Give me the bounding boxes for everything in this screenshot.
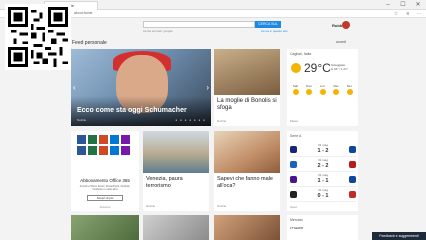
team-crest-icon [348,190,356,198]
story-title[interactable]: Venezia, paura terrorismo [143,173,209,193]
hero-story-card[interactable]: ‹ › Ecco come sta oggi Schumacher Notizi… [71,49,211,126]
match-row[interactable]: 31 mag 1 - 1 [290,172,356,187]
weather-footer: Meteo [290,119,299,123]
office-footer: Annuncio [99,206,111,209]
avatar[interactable] [342,21,350,29]
team-crest-icon [348,145,356,153]
search-site-link[interactable]: Cerca in questo sito [261,29,288,33]
qr-code [5,4,71,70]
sun-icon [319,89,326,95]
market-title: Mercato [290,218,303,222]
story-image [214,49,280,95]
office-cta-button[interactable]: Scopri di più [87,195,123,201]
office-ad-card[interactable]: Abbonamento Office 365 Accedi a Word, Ex… [71,131,139,211]
sun-icon [292,89,299,95]
search-provider-label: Cerca sul web: google [143,29,173,33]
close-button[interactable]: ✕ [413,0,423,10]
feed-title: Feed personale [72,40,107,46]
story-source: Notizie [146,204,156,208]
match-info: 31 mag 2 - 2 [317,158,329,169]
more-icon[interactable]: ⋯ [415,10,423,18]
forecast-day: Mer [344,84,355,96]
story-card[interactable] [214,215,280,240]
powerpoint-icon [99,146,108,155]
forecast-day: Lun [317,84,328,96]
story-image [143,131,209,173]
team-crest-icon [290,145,297,153]
onenote-icon [121,135,130,144]
forecast-day: Mar [331,84,342,96]
story-card[interactable]: La moglie di Bonolis si sfoga Notizie [214,49,280,126]
feedback-button[interactable]: Feedback e suggerimenti [372,232,426,240]
sun-icon [291,63,301,73]
weather-condition: Soleggiato H 32° / L 21° [331,63,348,71]
feed-settings-link[interactable]: accedi [336,40,346,44]
serie-a-card[interactable]: Serie A 31 mag 1 - 2 31 mag 2 - 2 31 mag 1 … [287,131,358,211]
weather-details: H 32° / L 21° [331,67,348,71]
team-crest-icon [290,190,297,198]
match-row[interactable]: 31 mag 0 - 1 [290,187,356,202]
qr-code-graphic [8,7,68,67]
excel-icon [88,135,97,144]
forecast-day: Dom [304,84,315,96]
chevron-left-icon[interactable]: ‹ [73,83,76,92]
team-crest-icon [348,160,356,168]
address-text: about:home [74,11,93,15]
story-image [214,131,280,173]
weather-card[interactable]: Cagliari, Italia 29°C Soleggiato H 32° /… [287,49,358,126]
office-app-tiles [77,135,133,155]
serie-a-footer: Sport [290,205,298,209]
search-button[interactable]: CERCA SUL WEB [255,21,281,33]
maximize-button[interactable]: ☐ [398,0,408,10]
market-card[interactable]: Mercato FTSEMIB [287,215,358,240]
story-title[interactable]: Sapevi che fanno male all'oca? [214,173,280,193]
match-row[interactable]: 31 mag 1 - 2 [290,142,356,157]
chevron-right-icon[interactable]: › [206,83,209,92]
outlook-icon [110,135,119,144]
onenote-icon [121,146,130,155]
forecast-day: Sab [290,84,301,96]
office-title: Abbonamento Office 365 [80,178,130,183]
match-list: 31 mag 1 - 2 31 mag 2 - 2 31 mag 1 - 1 31 m… [290,142,356,202]
sun-icon [346,89,353,95]
story-title[interactable]: La moglie di Bonolis si sfoga [214,95,280,115]
match-row[interactable]: 31 mag 2 - 2 [290,157,356,172]
excel-icon [88,146,97,155]
weather-city: Cagliari, Italia [290,52,312,56]
market-index: FTSEMIB [290,226,304,230]
team-crest-icon [290,160,297,168]
weather-temp: 29°C [304,61,331,75]
story-card[interactable]: Venezia, paura terrorismo Notizie [143,131,209,211]
story-card[interactable] [71,215,139,240]
match-info: 31 mag 0 - 1 [317,188,329,199]
hero-source: Notizie [77,118,87,122]
hub-icon[interactable]: ≡ [404,10,412,18]
team-crest-icon [290,175,297,183]
story-source: Notizie [217,204,227,208]
minimize-button[interactable]: – [383,0,393,10]
word-icon [77,135,86,144]
hero-headline[interactable]: Ecco come sta oggi Schumacher [77,107,187,114]
word-icon [77,146,86,155]
story-card[interactable] [143,215,209,240]
powerpoint-icon [99,135,108,144]
team-crest-icon [348,175,356,183]
weather-forecast: Sab Dom Lun Mar Mer [290,84,355,96]
search-input[interactable] [143,21,255,28]
match-info: 31 mag 1 - 1 [317,173,329,184]
story-card[interactable]: Sapevi che fanno male all'oca? Notizie [214,131,280,211]
match-info: 31 mag 1 - 2 [317,143,329,154]
favorites-icon[interactable]: ☆ [392,10,400,18]
sun-icon [306,89,312,95]
office-description: Accedi a Word, Excel, PowerPoint, Outloo… [79,185,131,192]
serie-a-title: Serie A [290,134,302,138]
carousel-dots[interactable]: ● ● ● ● ● ● ● [175,118,206,122]
sun-icon [333,89,339,95]
story-source: Notizie [217,119,227,123]
outlook-icon [110,146,119,155]
